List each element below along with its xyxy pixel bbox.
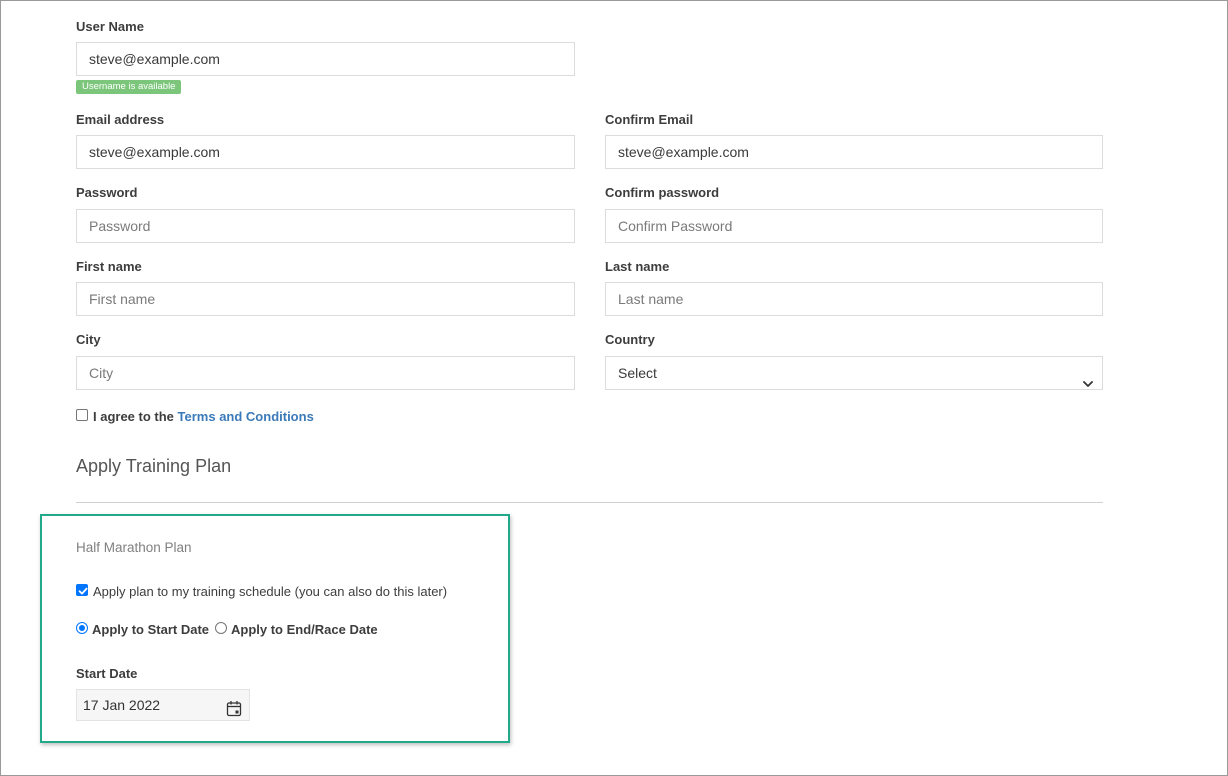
confirm-email-input[interactable] [605,135,1103,169]
checkmark-icon [78,587,88,595]
terms-checkbox[interactable] [76,409,88,421]
username-input[interactable] [76,42,575,76]
plan-name: Half Marathon Plan [76,540,192,555]
calendar-icon[interactable] [226,697,242,727]
section-heading: Apply Training Plan [76,456,232,476]
username-available-badge: Username is available [76,80,182,94]
email-input[interactable] [76,135,575,169]
start-date-input[interactable]: 17 Jan 2022 [76,689,250,721]
chevron-down-icon [1082,368,1094,400]
confirm-email-label: Confirm Email [605,112,694,127]
password-input[interactable] [76,209,575,243]
confirm-password-input[interactable] [605,209,1103,243]
last-name-input[interactable] [605,282,1103,316]
first-name-label: First name [76,259,142,274]
country-selected-value: Select [618,365,657,381]
terms-prefix: I agree to the [93,409,178,424]
radio-end-date-label: Apply to End/Race Date [231,622,378,637]
country-select[interactable]: Select [605,356,1103,390]
radio-start-date-label: Apply to Start Date [92,622,210,637]
start-date-value: 17 Jan 2022 [83,697,161,713]
start-date-label: Start Date [76,666,138,681]
apply-plan-label: Apply plan to my training schedule (you … [93,584,448,599]
apply-plan-checkbox[interactable] [76,584,88,596]
email-label: Email address [76,112,165,127]
city-input[interactable] [76,356,575,390]
terms-link[interactable]: Terms and Conditions [178,409,314,424]
last-name-label: Last name [605,259,670,274]
terms-text: I agree to the Terms and Conditions [93,409,314,424]
confirm-password-label: Confirm password [605,185,720,200]
section-divider [76,502,1103,503]
password-label: Password [76,185,138,200]
city-label: City [76,332,101,347]
radio-start-date[interactable] [76,622,88,634]
first-name-input[interactable] [76,282,575,316]
username-label: User Name [76,19,144,34]
country-label: Country [605,332,655,347]
radio-end-date[interactable] [215,622,227,634]
